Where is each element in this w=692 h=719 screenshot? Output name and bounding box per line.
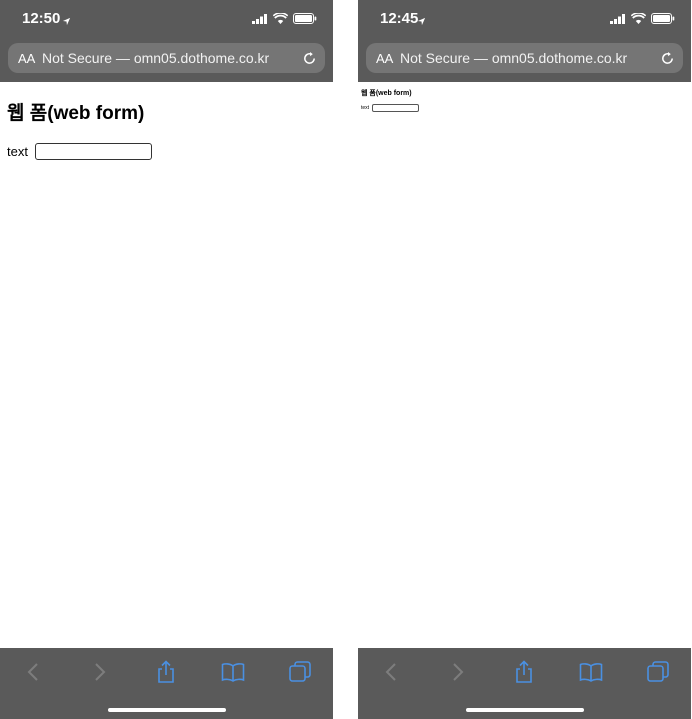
back-icon[interactable]	[376, 660, 406, 684]
bookmarks-icon[interactable]	[218, 660, 248, 684]
address-bar[interactable]: AA Not Secure — ‌omn05.dothome.co.kr	[366, 43, 683, 73]
forward-icon[interactable]	[443, 660, 473, 684]
status-time: 12:50	[22, 10, 61, 27]
battery-icon	[651, 11, 675, 29]
share-icon[interactable]	[151, 660, 181, 684]
text-input[interactable]	[372, 104, 419, 112]
tabs-icon[interactable]	[285, 660, 315, 684]
bookmarks-icon[interactable]	[576, 660, 606, 684]
text-input[interactable]	[35, 143, 152, 160]
status-icons	[252, 11, 317, 29]
forward-icon[interactable]	[85, 660, 115, 684]
signal-icon	[252, 11, 268, 29]
back-icon[interactable]	[18, 660, 48, 684]
reader-options-button[interactable]: AA	[18, 51, 42, 66]
page-heading: 웹 폼(web form)	[7, 103, 145, 124]
url-text[interactable]: Not Secure — ‌omn05.dothome.co.kr	[400, 50, 660, 66]
phone-screen-left: 12:50 AA Not Secure — ‌omn05.dothome.co.…	[0, 0, 333, 719]
address-bar-area: AA Not Secure — ‌omn05.dothome.co.kr	[358, 40, 691, 82]
reload-icon[interactable]	[302, 51, 317, 66]
wifi-icon	[630, 11, 647, 29]
location-arrow-icon	[62, 13, 71, 31]
tabs-icon[interactable]	[643, 660, 673, 684]
text-field-label: text	[7, 144, 28, 159]
status-time: 12:45	[380, 10, 419, 27]
page-heading: 웹 폼(web form)	[361, 90, 412, 97]
address-bar[interactable]: AA Not Secure — ‌omn05.dothome.co.kr	[8, 43, 325, 73]
reader-options-button[interactable]: AA	[376, 51, 400, 66]
text-field-label: text	[361, 105, 370, 111]
share-icon[interactable]	[509, 660, 539, 684]
wifi-icon	[272, 11, 289, 29]
status-icons	[610, 11, 675, 29]
url-text[interactable]: Not Secure — ‌omn05.dothome.co.kr	[42, 50, 302, 66]
home-indicator[interactable]	[465, 708, 584, 712]
bottom-toolbar	[0, 648, 333, 719]
home-indicator[interactable]	[107, 708, 226, 712]
status-bar: 12:45	[358, 0, 691, 40]
address-bar-area: AA Not Secure — ‌omn05.dothome.co.kr	[0, 40, 333, 82]
status-bar: 12:50	[0, 0, 333, 40]
bottom-toolbar	[358, 648, 691, 719]
phone-screen-right: 12:45 AA Not Secure — ‌omn05.dothome.co.…	[358, 0, 691, 719]
signal-icon	[610, 11, 626, 29]
battery-icon	[293, 11, 317, 29]
location-arrow-icon	[417, 13, 426, 31]
reload-icon[interactable]	[660, 51, 675, 66]
